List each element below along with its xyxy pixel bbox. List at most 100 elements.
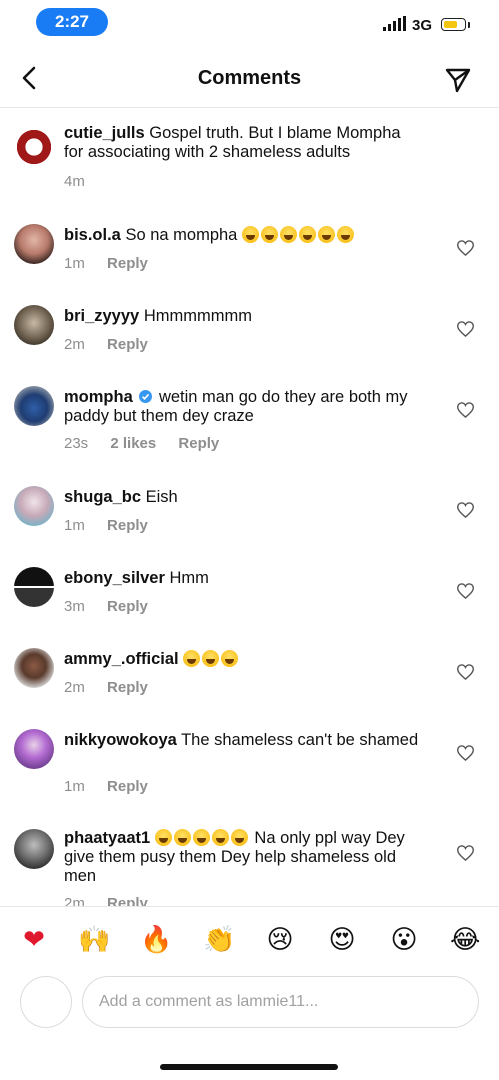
username[interactable]: mompha	[64, 388, 133, 406]
comment-text: shuga_bc Eish	[64, 488, 424, 507]
timestamp: 1m	[64, 255, 85, 272]
fire-reaction-icon[interactable]: 🔥	[140, 925, 172, 955]
laughing-emoji-icon	[298, 226, 316, 243]
avatar[interactable]	[14, 386, 54, 426]
laughing-emoji-icon	[173, 829, 191, 846]
laughing-emoji-icon	[221, 650, 239, 667]
username[interactable]: ammy_.official	[64, 650, 179, 668]
laughing-emoji-icon	[183, 650, 201, 667]
laughing-emoji-icon	[336, 226, 354, 243]
heart-icon[interactable]	[457, 402, 474, 418]
comment-text: bis.ol.a So na mompha	[64, 226, 424, 245]
heart-eyes-reaction-icon[interactable]: 😍	[327, 925, 357, 955]
home-indicator[interactable]	[160, 1064, 338, 1070]
username[interactable]: shuga_bc	[64, 488, 141, 506]
verified-badge-icon	[139, 390, 153, 403]
reply-button[interactable]: Reply	[178, 435, 219, 452]
avatar[interactable]	[14, 729, 54, 769]
laughing-emoji-icon	[230, 829, 248, 846]
comment-text: phaatyaat1 Na only ppl way Dey give them…	[64, 829, 424, 886]
comment-body: Hmm	[169, 569, 209, 587]
heart-icon[interactable]	[457, 664, 474, 680]
comment-meta: 1m Reply	[64, 255, 166, 272]
comment-input[interactable]	[82, 976, 479, 1028]
emoji-reaction-bar: ❤ 🙌 🔥 👏 😢 😍 😮 😂	[0, 906, 499, 969]
send-icon[interactable]	[444, 66, 472, 94]
laughing-emoji-icon	[260, 226, 278, 243]
status-time: 2:27	[36, 8, 108, 36]
crying-face-reaction-icon[interactable]: 😢	[265, 925, 295, 955]
avatar[interactable]	[14, 829, 54, 869]
laughing-emoji-icon	[192, 829, 210, 846]
heart-icon[interactable]	[457, 240, 474, 256]
clapping-reaction-icon[interactable]: 👏	[203, 925, 235, 955]
laughing-emoji-icon	[211, 829, 229, 846]
heart-icon[interactable]	[457, 583, 474, 599]
comment-text: ammy_.official	[64, 650, 424, 669]
page-title: Comments	[197, 67, 302, 89]
own-avatar	[20, 976, 72, 1028]
comment-meta: 2m Reply	[64, 679, 166, 696]
comment-meta: 2m Reply	[64, 336, 166, 353]
comment-body: So na mompha	[125, 226, 238, 244]
laughing-emoji-icon	[317, 226, 335, 243]
status-bar: 2:27 3G	[0, 0, 499, 50]
laughing-emoji-icon	[241, 226, 259, 243]
battery-tip	[468, 22, 470, 28]
username[interactable]: bri_zyyyy	[64, 307, 139, 325]
comment-body: Hmmmmmmm	[143, 307, 252, 325]
comment-text: ebony_silver Hmm	[64, 569, 424, 588]
avatar[interactable]	[14, 224, 54, 264]
username[interactable]: cutie_julls	[64, 124, 145, 142]
comment-meta: 23s 2 likes Reply	[64, 435, 237, 452]
battery-icon	[441, 18, 466, 31]
username[interactable]: ebony_silver	[64, 569, 165, 587]
username[interactable]: bis.ol.a	[64, 226, 121, 244]
comment-body: The shameless can't be shamed	[181, 731, 419, 749]
timestamp: 2m	[64, 679, 85, 696]
avatar[interactable]	[14, 486, 54, 526]
likes-count[interactable]: 2 likes	[110, 435, 156, 452]
header: Comments	[0, 50, 499, 108]
reply-button[interactable]: Reply	[107, 255, 148, 272]
heart-icon[interactable]	[457, 502, 474, 518]
heart-icon[interactable]	[457, 845, 474, 861]
caption-text: cutie_julls Gospel truth. But I blame Mo…	[64, 124, 424, 162]
comment-meta: 1m Reply	[64, 517, 166, 534]
signal-icon	[383, 16, 406, 31]
tears-of-joy-reaction-icon[interactable]: 😂	[450, 925, 480, 955]
avatar[interactable]	[14, 305, 54, 345]
reply-button[interactable]: Reply	[107, 778, 148, 795]
timestamp: 3m	[64, 598, 85, 615]
avatar[interactable]	[14, 567, 54, 607]
username[interactable]: nikkyowokoya	[64, 731, 177, 749]
timestamp: 2m	[64, 336, 85, 353]
heart-reaction-icon[interactable]: ❤	[19, 925, 49, 955]
comment-text: bri_zyyyy Hmmmmmmm	[64, 307, 424, 326]
surprised-face-reaction-icon[interactable]: 😮	[389, 925, 419, 955]
network-label: 3G	[412, 17, 433, 34]
reply-button[interactable]: Reply	[107, 517, 148, 534]
timestamp: 1m	[64, 778, 85, 795]
heart-icon[interactable]	[457, 321, 474, 337]
timestamp: 23s	[64, 435, 89, 452]
laughing-emoji-icon	[202, 650, 220, 667]
avatar[interactable]	[14, 648, 54, 688]
comment-text: mompha wetin man go do they are both my …	[64, 388, 424, 426]
laughing-emoji-icon	[279, 226, 297, 243]
comment-meta: 3m Reply	[64, 598, 166, 615]
heart-icon[interactable]	[457, 745, 474, 761]
comment-meta: 1m Reply	[64, 778, 166, 795]
timestamp: 1m	[64, 517, 85, 534]
reply-button[interactable]: Reply	[107, 679, 148, 696]
laughing-emoji-icon	[154, 829, 172, 846]
comment-meta: 4m	[64, 173, 103, 190]
avatar[interactable]	[14, 127, 54, 167]
raising-hands-reaction-icon[interactable]: 🙌	[78, 925, 110, 955]
comment-body: Eish	[145, 488, 178, 506]
comment-text: nikkyowokoya The shameless can't be sham…	[64, 731, 424, 750]
reply-button[interactable]: Reply	[107, 336, 148, 353]
timestamp: 4m	[64, 173, 85, 190]
username[interactable]: phaatyaat1	[64, 829, 150, 847]
reply-button[interactable]: Reply	[107, 598, 148, 615]
